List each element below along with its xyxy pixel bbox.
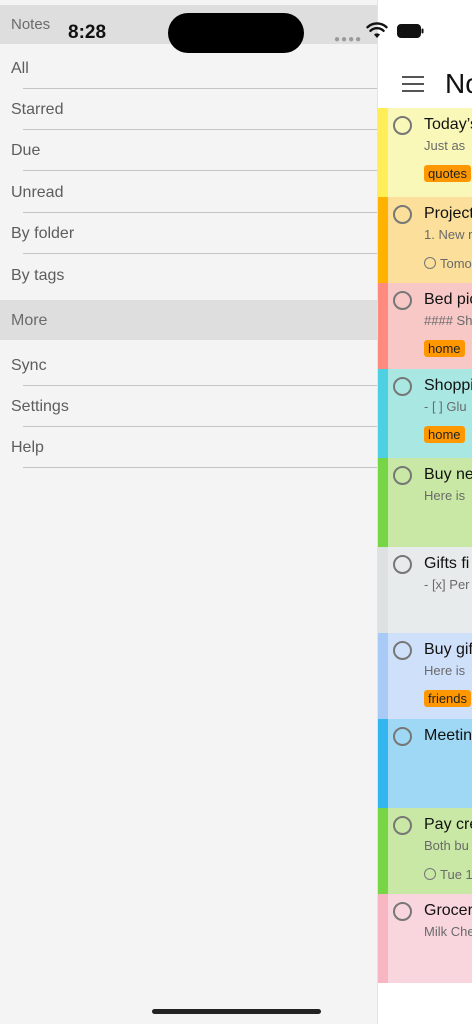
circle-checkbox-icon[interactable]: [393, 466, 412, 485]
note-color-stripe: [378, 369, 388, 458]
alarm-clock-icon: [424, 257, 436, 269]
section-header-label: More: [11, 312, 48, 329]
hamburger-menu-icon[interactable]: [402, 76, 424, 92]
circle-checkbox-icon[interactable]: [393, 727, 412, 746]
drawer-item-label: All: [11, 60, 29, 77]
drawer-item-label: Starred: [11, 101, 64, 118]
circle-checkbox-icon[interactable]: [393, 902, 412, 921]
note-color-stripe: [378, 458, 388, 547]
note-item[interactable]: Project 1. New r Tomo: [378, 197, 472, 283]
note-item[interactable]: Buy ne Here is: [378, 458, 472, 547]
note-item[interactable]: Gifts fi - [x] Per: [378, 547, 472, 633]
note-title: Today’s: [424, 116, 472, 133]
note-item[interactable]: Buy gif Here is friends: [378, 633, 472, 719]
circle-checkbox-icon[interactable]: [393, 205, 412, 224]
note-snippet: Here is: [424, 663, 466, 678]
note-title: Buy gif: [424, 641, 472, 658]
note-item[interactable]: Pay cre Both bu Tue 1: [378, 808, 472, 894]
drawer-item-by-folder[interactable]: By folder: [0, 213, 377, 254]
note-item[interactable]: Bed pic #### Sh home: [378, 283, 472, 369]
note-item[interactable]: Meetin: [378, 719, 472, 808]
note-title: Bed pic: [424, 291, 472, 308]
drawer-item-by-tags[interactable]: By tags: [0, 255, 377, 296]
tag-badge[interactable]: quotes: [424, 165, 472, 182]
battery-icon: [397, 24, 424, 38]
circle-checkbox-icon[interactable]: [393, 377, 412, 396]
note-color-stripe: [378, 808, 388, 894]
drawer-item-label: Settings: [11, 398, 69, 415]
note-color-stripe: [378, 108, 388, 197]
notes-panel: No Today’s Just as quotes Project 1. New r To…: [377, 0, 472, 1024]
note-title: Buy ne: [424, 466, 472, 483]
note-reminder: Tue 1: [424, 867, 472, 882]
status-time: 8:28: [68, 22, 107, 43]
divider: [23, 170, 377, 171]
reminder-text: Tue 1: [440, 867, 472, 882]
tag-badge[interactable]: home: [424, 426, 465, 443]
drawer-header-label: Notes: [11, 16, 51, 33]
circle-checkbox-icon[interactable]: [393, 291, 412, 310]
note-color-stripe: [378, 283, 388, 369]
note-color-stripe: [378, 547, 388, 633]
note-snippet: 1. New r: [424, 227, 472, 242]
note-item[interactable]: Grocer Milk Che: [378, 894, 472, 983]
note-item[interactable]: Today’s Just as quotes: [378, 108, 472, 197]
drawer-item-unread[interactable]: Unread: [0, 172, 377, 213]
note-snippet: - [ ] Glu: [424, 399, 467, 414]
drawer-item-label: By folder: [11, 225, 75, 242]
note-item[interactable]: Shoppi - [ ] Glu home: [378, 369, 472, 458]
note-snippet: Milk Che: [424, 924, 472, 939]
circle-checkbox-icon[interactable]: [393, 641, 412, 660]
note-title: Pay cre: [424, 816, 472, 833]
drawer-item-label: Sync: [11, 357, 47, 374]
drawer-item-label: Help: [11, 439, 44, 456]
circle-checkbox-icon[interactable]: [393, 816, 412, 835]
note-snippet: Here is: [424, 488, 466, 503]
page-title: No: [445, 68, 472, 99]
section-header-more: More: [0, 300, 377, 340]
note-color-stripe: [378, 894, 388, 983]
note-title: Project: [424, 205, 472, 222]
note-title: Meetin: [424, 727, 472, 744]
divider: [23, 467, 377, 468]
dynamic-island: [168, 13, 304, 53]
drawer-item-starred[interactable]: Starred: [0, 89, 377, 130]
note-title: Gifts fi: [424, 555, 470, 572]
drawer-item-help[interactable]: Help: [0, 427, 377, 468]
reminder-text: Tomo: [440, 256, 472, 271]
drawer-item-all[interactable]: All: [0, 48, 377, 89]
drawer-item-label: Due: [11, 142, 41, 159]
note-reminder: Tomo: [424, 256, 472, 271]
wifi-icon: [366, 22, 388, 38]
drawer-item-settings[interactable]: Settings: [0, 386, 377, 427]
note-title: Shoppi: [424, 377, 472, 394]
drawer-item-sync[interactable]: Sync: [0, 345, 377, 386]
note-snippet: Just as: [424, 138, 466, 153]
note-title: Grocer: [424, 902, 472, 919]
alarm-clock-icon: [424, 868, 436, 880]
divider: [23, 253, 377, 254]
note-color-stripe: [378, 633, 388, 719]
note-color-stripe: [378, 197, 388, 283]
drawer-item-label: By tags: [11, 267, 65, 284]
note-snippet: Both bu: [424, 838, 469, 853]
home-indicator: [152, 1009, 321, 1014]
signal-icon: ●●●●: [334, 34, 363, 45]
tag-badge[interactable]: home: [424, 340, 465, 357]
tag-badge[interactable]: friends: [424, 690, 472, 707]
drawer-item-due[interactable]: Due: [0, 130, 377, 171]
drawer-item-label: Unread: [11, 184, 64, 201]
note-snippet: - [x] Per: [424, 577, 470, 592]
note-color-stripe: [378, 719, 388, 808]
circle-checkbox-icon[interactable]: [393, 555, 412, 574]
navigation-drawer: Notes All Starred Due Unread By folder B…: [0, 0, 377, 1024]
circle-checkbox-icon[interactable]: [393, 116, 412, 135]
note-snippet: #### Sh: [424, 313, 472, 328]
